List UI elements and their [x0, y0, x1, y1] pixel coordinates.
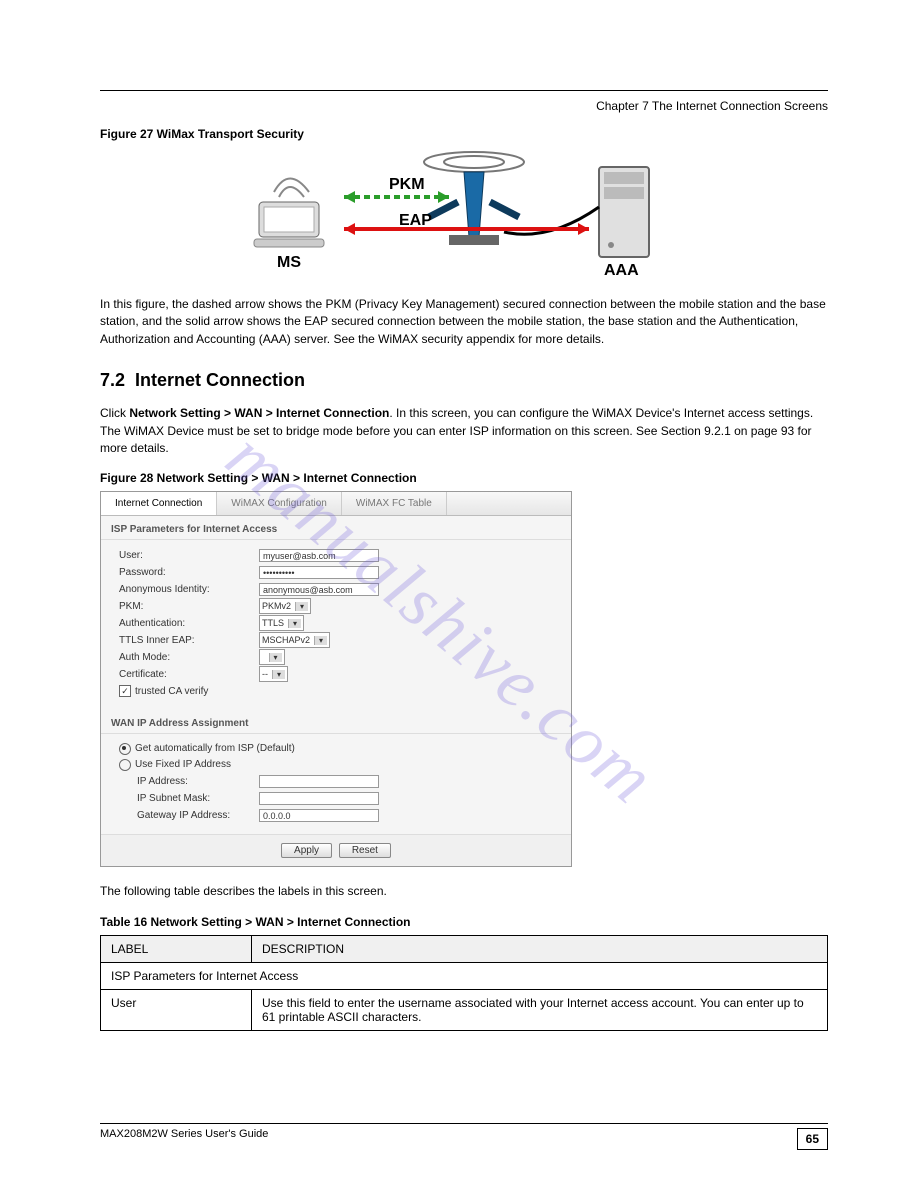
chevron-down-icon: ▾ — [272, 670, 285, 679]
user-label: User: — [119, 550, 259, 561]
radio-auto-label: Get automatically from ISP (Default) — [135, 743, 295, 754]
authmode-select[interactable]: ▾ — [259, 649, 285, 665]
trusted-ca-label: trusted CA verify — [135, 686, 208, 697]
ttls-select[interactable]: MSCHAPv2▾ — [259, 632, 330, 648]
authmode-label: Auth Mode: — [119, 652, 259, 663]
reset-button[interactable]: Reset — [339, 843, 391, 858]
chevron-down-icon: ▾ — [295, 602, 308, 611]
radio-auto-isp[interactable] — [119, 743, 131, 755]
pkm-label: PKM: — [119, 601, 259, 612]
chevron-down-icon: ▾ — [288, 619, 301, 628]
section-heading: 7.2 Internet Connection — [100, 370, 828, 391]
panel-isp-title: ISP Parameters for Internet Access — [101, 516, 571, 540]
ip-address-input[interactable] — [259, 775, 379, 788]
radio-fixed-ip[interactable] — [119, 759, 131, 771]
svg-text:EAP: EAP — [399, 212, 432, 229]
table-header-description: DESCRIPTION — [252, 935, 828, 962]
ip-address-label: IP Address: — [137, 776, 259, 787]
table-row: Use this field to enter the username ass… — [252, 989, 828, 1030]
section-number: 7.2 — [100, 370, 125, 390]
table-row: User — [101, 989, 252, 1030]
description-table: LABEL DESCRIPTION ISP Parameters for Int… — [100, 935, 828, 1031]
chevron-down-icon: ▾ — [269, 653, 282, 662]
table-caption: Table 16 Network Setting > WAN > Interne… — [100, 915, 828, 929]
paragraph-2: Click Network Setting > WAN > Internet C… — [100, 405, 828, 457]
section-title: Internet Connection — [135, 370, 305, 390]
trusted-ca-checkbox[interactable]: ✓ — [119, 685, 131, 697]
radio-fixed-label: Use Fixed IP Address — [135, 759, 231, 770]
anon-label: Anonymous Identity: — [119, 584, 259, 595]
subnet-mask-label: IP Subnet Mask: — [137, 793, 259, 804]
internet-connection-screenshot: Internet Connection WiMAX Configuration … — [100, 491, 572, 867]
tab-internet-connection[interactable]: Internet Connection — [101, 492, 217, 515]
chevron-down-icon: ▾ — [314, 636, 327, 645]
gateway-input[interactable]: 0.0.0.0 — [259, 809, 379, 822]
gateway-label: Gateway IP Address: — [137, 810, 259, 821]
wimax-security-diagram: PKM EAP MS AAA — [249, 147, 679, 282]
auth-label: Authentication: — [119, 618, 259, 629]
paragraph-3: The following table describes the labels… — [100, 883, 828, 900]
subnet-mask-input[interactable] — [259, 792, 379, 805]
cert-label: Certificate: — [119, 669, 259, 680]
apply-button[interactable]: Apply — [281, 843, 332, 858]
password-label: Password: — [119, 567, 259, 578]
svg-text:PKM: PKM — [389, 176, 425, 193]
auth-select[interactable]: TTLS▾ — [259, 615, 304, 631]
ttls-label: TTLS Inner EAP: — [119, 635, 259, 646]
table-row: ISP Parameters for Internet Access — [101, 962, 828, 989]
page-number: 65 — [797, 1128, 828, 1150]
footer-title: MAX208M2W Series User's Guide — [100, 1128, 268, 1150]
paragraph-1: In this figure, the dashed arrow shows t… — [100, 296, 828, 348]
panel-wan-title: WAN IP Address Assignment — [101, 710, 571, 734]
tab-wimax-configuration[interactable]: WiMAX Configuration — [217, 492, 342, 515]
figure-caption-28: Figure 28 Network Setting > WAN > Intern… — [100, 471, 828, 485]
svg-text:AAA: AAA — [604, 262, 639, 277]
table-header-label: LABEL — [101, 935, 252, 962]
user-input[interactable]: myuser@asb.com — [259, 549, 379, 562]
chapter-header: Chapter 7 The Internet Connection Screen… — [100, 99, 828, 113]
pkm-select[interactable]: PKMv2▾ — [259, 598, 311, 614]
figure-caption-27: Figure 27 WiMax Transport Security — [100, 127, 828, 141]
cert-select[interactable]: --▾ — [259, 666, 288, 682]
svg-text:MS: MS — [277, 254, 301, 271]
tab-wimax-fc-table[interactable]: WiMAX FC Table — [342, 492, 447, 515]
password-input[interactable]: •••••••••• — [259, 566, 379, 579]
anon-input[interactable]: anonymous@asb.com — [259, 583, 379, 596]
